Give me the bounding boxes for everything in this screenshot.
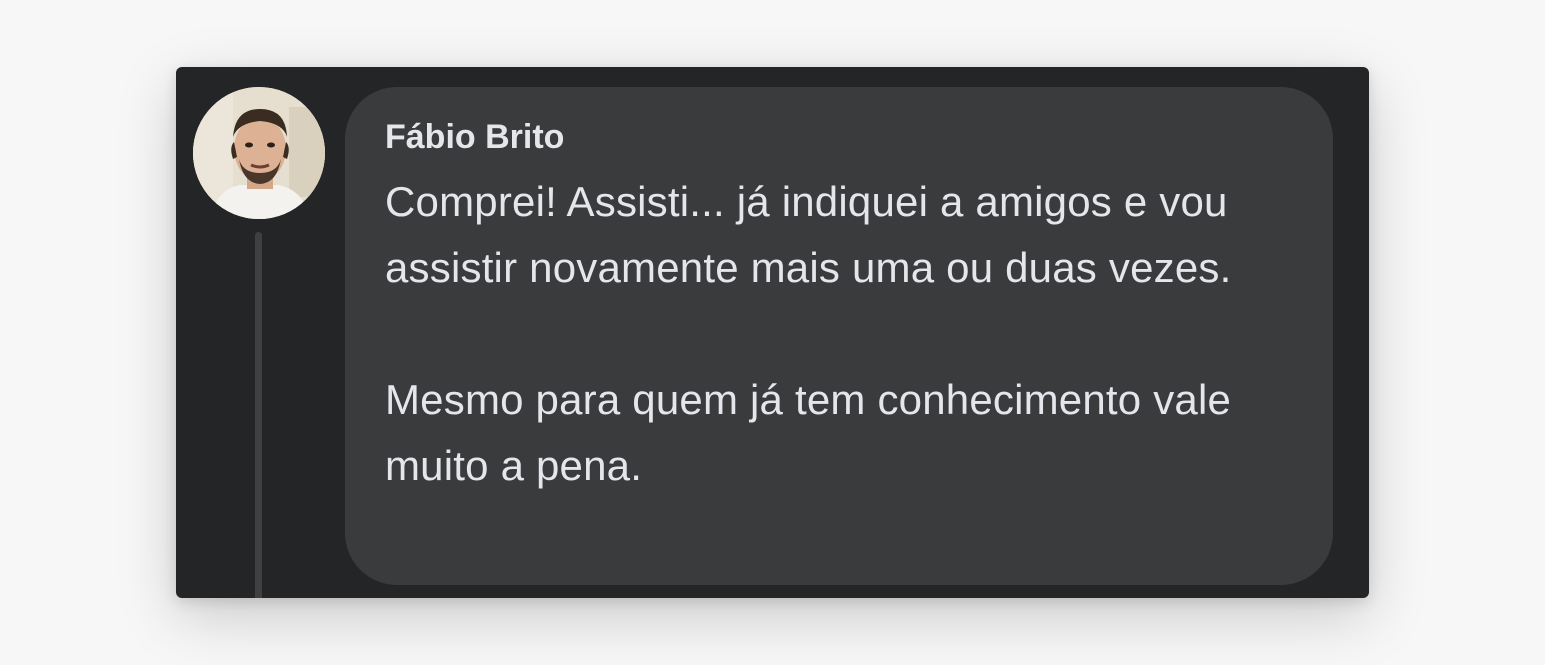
comment-bubble: Fábio Brito Comprei! Assisti... já indiq…: [345, 87, 1333, 585]
comment-card: Fábio Brito Comprei! Assisti... já indiq…: [176, 67, 1369, 598]
avatar[interactable]: [193, 87, 325, 219]
comment-paragraph-1: Comprei! Assisti... já indiquei a amigos…: [385, 178, 1232, 291]
comment-author[interactable]: Fábio Brito: [385, 117, 1293, 157]
profile-photo-icon: [193, 87, 325, 219]
reply-thread-line: [255, 232, 262, 598]
comment-paragraph-2: Mesmo para quem já tem conhecimento vale…: [385, 376, 1232, 489]
